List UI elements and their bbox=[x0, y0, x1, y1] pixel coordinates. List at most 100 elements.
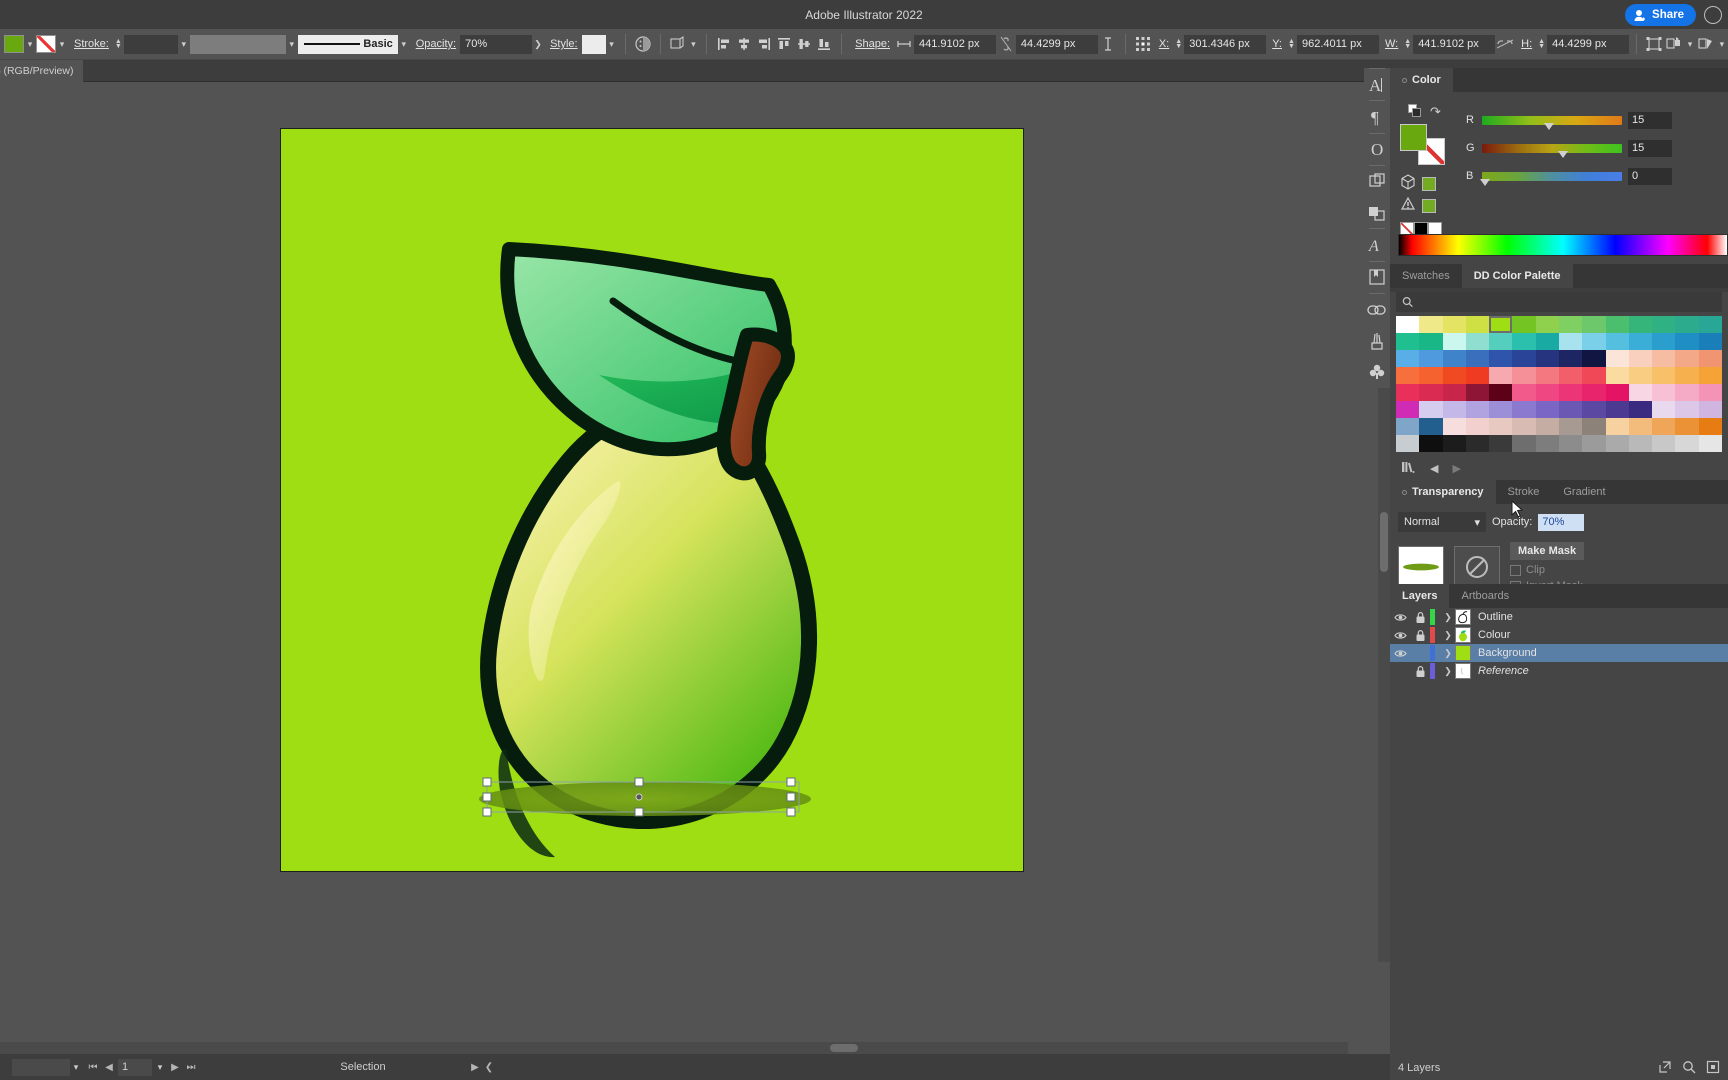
swatch-81[interactable] bbox=[1652, 401, 1676, 418]
mask-thumbnail[interactable] bbox=[1454, 546, 1500, 588]
swatch-61[interactable] bbox=[1512, 384, 1536, 401]
align-right-icon[interactable] bbox=[754, 34, 774, 54]
swatch-56[interactable] bbox=[1396, 384, 1420, 401]
tab-layers[interactable]: Layers bbox=[1390, 584, 1450, 608]
fill-swatch-group[interactable]: ▾ bbox=[4, 29, 36, 60]
swatch-10[interactable] bbox=[1628, 316, 1653, 333]
y-label[interactable]: Y: bbox=[1272, 38, 1282, 50]
brushes-panel-icon[interactable] bbox=[1364, 325, 1390, 356]
swatch-previous-icon[interactable]: ◀ bbox=[1430, 462, 1438, 475]
clip-checkbox-row[interactable]: Clip bbox=[1510, 564, 1584, 576]
swatch-94[interactable] bbox=[1628, 418, 1653, 435]
brush-chevron-down-icon[interactable]: ▾ bbox=[398, 39, 410, 50]
artboard-number-field[interactable]: 1 bbox=[118, 1058, 152, 1076]
y-field[interactable]: 962.4011 px bbox=[1296, 34, 1379, 54]
swatch-87[interactable] bbox=[1465, 418, 1490, 435]
shape-width-field[interactable]: 441.9102 px bbox=[913, 34, 996, 54]
r-slider-track[interactable] bbox=[1482, 115, 1622, 130]
layer-list[interactable]: ❯ Outline ❯ Colour ❯ Background ❯ Reference bbox=[1390, 608, 1728, 680]
x-stepper[interactable]: ▲ ▼ bbox=[1173, 38, 1184, 50]
swatch-80[interactable] bbox=[1628, 401, 1653, 418]
layer-lock-icon[interactable] bbox=[1410, 629, 1430, 642]
stroke-swatch-group[interactable]: ▾ bbox=[36, 29, 68, 60]
swatch-search-box[interactable] bbox=[1396, 292, 1722, 312]
paragraph-panel-icon[interactable]: ¶ bbox=[1364, 101, 1390, 132]
swatch-27[interactable] bbox=[1698, 333, 1722, 350]
swatch-105[interactable] bbox=[1559, 435, 1583, 452]
swatch-28[interactable] bbox=[1396, 350, 1420, 367]
swatch-62[interactable] bbox=[1535, 384, 1559, 401]
layer-name[interactable]: Colour bbox=[1478, 629, 1510, 641]
swatch-90[interactable] bbox=[1535, 418, 1559, 435]
swatch-13[interactable] bbox=[1698, 316, 1722, 333]
swatch-111[interactable] bbox=[1698, 435, 1722, 452]
status-play-icon[interactable]: ▶ bbox=[468, 1062, 482, 1073]
new-sublayer-icon[interactable] bbox=[1706, 1060, 1720, 1077]
layer-expand-chevron-right-icon[interactable]: ❯ bbox=[1441, 612, 1455, 623]
links-panel-icon[interactable] bbox=[1364, 294, 1390, 325]
swatch-45[interactable] bbox=[1465, 367, 1490, 384]
gamut-substitute-swatch[interactable] bbox=[1422, 198, 1436, 213]
swatch-44[interactable] bbox=[1442, 367, 1466, 384]
glyphs-panel-icon[interactable]: A bbox=[1364, 229, 1390, 260]
swatch-99[interactable] bbox=[1419, 435, 1443, 452]
recolor-artwork-icon[interactable] bbox=[633, 34, 653, 54]
swatch-14[interactable] bbox=[1396, 333, 1420, 350]
next-artboard-button[interactable]: ▶ bbox=[168, 1062, 182, 1073]
w-label[interactable]: W: bbox=[1385, 38, 1398, 50]
opacity-label[interactable]: Opacity: bbox=[416, 38, 456, 50]
swatch-60[interactable] bbox=[1489, 384, 1513, 401]
swap-fill-stroke-icon[interactable]: ↷ bbox=[1430, 104, 1441, 120]
swatch-66[interactable] bbox=[1628, 384, 1653, 401]
swatch-35[interactable] bbox=[1559, 350, 1583, 367]
object-thumbnail[interactable] bbox=[1398, 546, 1444, 588]
swatch-6[interactable] bbox=[1535, 316, 1559, 333]
swatch-31[interactable] bbox=[1465, 350, 1490, 367]
swatch-109[interactable] bbox=[1652, 435, 1676, 452]
fill-color-swatch[interactable] bbox=[4, 35, 24, 53]
swatch-43[interactable] bbox=[1419, 367, 1443, 384]
release-to-layers-icon[interactable] bbox=[1658, 1060, 1672, 1077]
h-field[interactable]: 44.4299 px bbox=[1547, 34, 1630, 54]
layer-row[interactable]: ❯ Reference bbox=[1390, 662, 1728, 680]
align-middle-vertical-icon[interactable] bbox=[794, 34, 814, 54]
transform-chevron-down-icon[interactable]: ▾ bbox=[687, 39, 699, 50]
swatch-77[interactable] bbox=[1559, 401, 1583, 418]
swatch-11[interactable] bbox=[1652, 316, 1676, 333]
layer-row[interactable]: ❯ Background bbox=[1390, 644, 1728, 662]
tab-artboards[interactable]: Artboards bbox=[1449, 584, 1521, 608]
x-field[interactable]: 301.4346 px bbox=[1184, 34, 1267, 54]
swatch-22[interactable] bbox=[1582, 333, 1606, 350]
canvas-area[interactable] bbox=[0, 82, 1348, 962]
align-panel-icon[interactable] bbox=[1364, 197, 1390, 228]
artboard[interactable] bbox=[280, 128, 1024, 872]
swatch-46[interactable] bbox=[1489, 367, 1513, 384]
layer-lock-icon[interactable] bbox=[1410, 611, 1430, 624]
align-center-horizontal-icon[interactable] bbox=[734, 34, 754, 54]
selection-bounding-box[interactable] bbox=[479, 769, 809, 829]
align-left-icon[interactable] bbox=[714, 34, 734, 54]
tab-transparency[interactable]: Transparency bbox=[1390, 480, 1496, 504]
user-avatar[interactable] bbox=[1704, 5, 1722, 24]
layer-lock-icon[interactable] bbox=[1410, 665, 1430, 678]
swatch-75[interactable] bbox=[1512, 401, 1536, 418]
opacity-expand-icon[interactable]: ❯ bbox=[532, 39, 544, 50]
swatch-106[interactable] bbox=[1582, 435, 1606, 452]
tab-color[interactable]: Color bbox=[1390, 68, 1453, 92]
swatch-24[interactable] bbox=[1628, 333, 1653, 350]
graphic-style-field[interactable] bbox=[581, 34, 606, 54]
swatch-2[interactable] bbox=[1442, 316, 1466, 333]
swatch-33[interactable] bbox=[1512, 350, 1536, 367]
swatch-3[interactable] bbox=[1465, 316, 1490, 333]
swatch-51[interactable] bbox=[1605, 367, 1629, 384]
swatch-98[interactable] bbox=[1396, 435, 1420, 452]
r-value-field[interactable]: 15 bbox=[1628, 111, 1672, 129]
swatch-54[interactable] bbox=[1675, 367, 1699, 384]
y-stepper[interactable]: ▲ ▼ bbox=[1286, 38, 1297, 50]
swatch-85[interactable] bbox=[1419, 418, 1443, 435]
swatch-92[interactable] bbox=[1582, 418, 1606, 435]
align-bottom-icon[interactable] bbox=[814, 34, 834, 54]
swatch-58[interactable] bbox=[1442, 384, 1466, 401]
cube-3d-icon[interactable] bbox=[1400, 174, 1416, 193]
shape-label[interactable]: Shape: bbox=[855, 38, 890, 50]
